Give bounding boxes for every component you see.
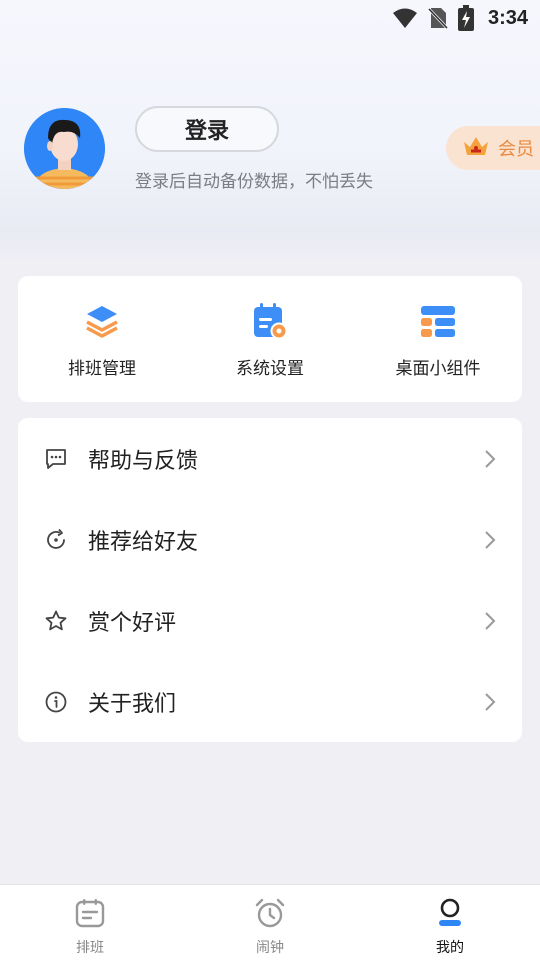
shortcut-desktop-widget[interactable]: 桌面小组件 bbox=[354, 276, 522, 402]
menu-item-label: 帮助与反馈 bbox=[88, 448, 199, 474]
alarm-icon bbox=[254, 897, 286, 933]
chevron-right-icon bbox=[482, 449, 498, 469]
login-button[interactable]: 登录 bbox=[135, 106, 279, 152]
shortcut-system-settings[interactable]: 系统设置 bbox=[186, 276, 354, 402]
shortcut-card: 排班管理 系统设置 桌面小组件 bbox=[18, 276, 522, 402]
bottom-tab-bar: 排班 闹钟 我的 bbox=[0, 884, 540, 960]
menu-item-help-feedback[interactable]: 帮助与反馈 bbox=[18, 418, 522, 499]
chevron-right-icon bbox=[482, 611, 498, 631]
menu-item-label: 关于我们 bbox=[88, 691, 177, 717]
battery-charging-icon bbox=[457, 5, 474, 31]
tab-label: 闹钟 bbox=[256, 940, 284, 956]
shortcut-label: 排班管理 bbox=[68, 359, 136, 379]
info-icon bbox=[44, 690, 68, 714]
status-time: 3:34 bbox=[487, 6, 528, 29]
vip-label: 会员 bbox=[498, 139, 534, 160]
calendar-settings-icon bbox=[251, 302, 289, 340]
no-sim-icon bbox=[427, 6, 448, 30]
share-refresh-icon bbox=[44, 528, 68, 552]
tab-label: 我的 bbox=[436, 940, 464, 956]
layers-icon bbox=[83, 302, 121, 340]
tab-schedule[interactable]: 排班 bbox=[0, 885, 180, 960]
chevron-right-icon bbox=[482, 692, 498, 712]
star-icon bbox=[44, 609, 68, 633]
tab-label: 排班 bbox=[76, 940, 104, 956]
widget-icon bbox=[419, 302, 457, 340]
wifi-icon bbox=[392, 7, 418, 29]
login-tip: 登录后自动备份数据，不怕丢失 bbox=[135, 172, 373, 192]
chevron-right-icon bbox=[482, 530, 498, 550]
crown-icon bbox=[462, 134, 490, 163]
menu-item-label: 赏个好评 bbox=[88, 610, 177, 636]
shortcut-schedule-management[interactable]: 排班管理 bbox=[18, 276, 186, 402]
tab-alarm[interactable]: 闹钟 bbox=[180, 885, 360, 960]
profile-icon bbox=[434, 897, 466, 933]
menu-item-recommend-friends[interactable]: 推荐给好友 bbox=[18, 499, 522, 580]
menu-item-label: 推荐给好友 bbox=[88, 529, 199, 555]
avatar[interactable] bbox=[24, 108, 105, 189]
menu-item-about-us[interactable]: 关于我们 bbox=[18, 661, 522, 742]
status-bar: 3:34 bbox=[0, 0, 540, 36]
vip-button[interactable]: 会员 bbox=[446, 126, 540, 170]
shortcut-label: 系统设置 bbox=[236, 359, 304, 379]
tab-mine[interactable]: 我的 bbox=[360, 885, 540, 960]
shortcut-label: 桌面小组件 bbox=[395, 359, 481, 379]
feedback-icon bbox=[44, 447, 68, 471]
menu-item-rate-app[interactable]: 赏个好评 bbox=[18, 580, 522, 661]
schedule-icon bbox=[74, 897, 106, 933]
menu-card: 帮助与反馈 推荐给好友 赏个好评 关于我们 bbox=[18, 418, 522, 742]
